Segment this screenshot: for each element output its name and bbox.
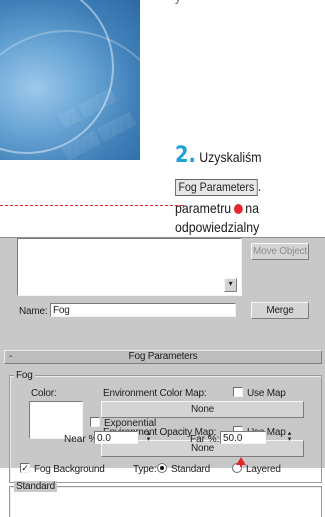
env-color-map-label: Environment Color Map: [103, 388, 207, 399]
callout-line [0, 205, 183, 206]
merge-button[interactable]: Merge [251, 302, 309, 319]
type-label: Type: [133, 464, 157, 475]
fog-panel: ▾ Move Object Name: Fog Merge - Fog Para… [0, 237, 325, 517]
env-color-map-none-button[interactable]: None [101, 401, 304, 418]
ui-reference-chip: Fog Parameters [175, 179, 258, 196]
article-line-2: Fog Parameters. [175, 178, 307, 196]
fog-color-swatch[interactable] [29, 401, 83, 439]
move-object-button[interactable]: Move Object [251, 243, 309, 260]
rollout-collapse-toggle[interactable]: - [9, 351, 12, 363]
article-line-1-text: Uzyskaliśm [199, 149, 262, 165]
background-photo: ▒▒ ▒▒▒▒ ▒▒▒▒ ▒▒▒▒ [0, 0, 140, 160]
reference-dot-icon [233, 204, 243, 214]
article-line-3-suffix: na [245, 200, 259, 216]
fog-parameters-rollout[interactable]: - Fog Parameters [4, 350, 322, 364]
name-field[interactable]: Fog [50, 303, 236, 317]
color-label: Color: [31, 388, 57, 399]
env-opacity-map-label: Environment Opacity Map: [103, 427, 217, 438]
use-map-label-1: Use Map [247, 388, 286, 399]
callout-line-vertical [183, 205, 184, 213]
list-scroll-down-button[interactable]: ▾ [224, 278, 237, 292]
step-number: 2. [175, 145, 196, 167]
name-label: Name: [19, 306, 48, 317]
type-layered-label: Layered [246, 464, 281, 475]
standard-group-title: Standard [14, 481, 57, 492]
fog-background-label: Fog Background [34, 464, 105, 475]
fog-group-title: Fog [14, 370, 35, 381]
use-map-checkbox-2[interactable] [233, 426, 243, 436]
rollout-title: Fog Parameters [128, 351, 198, 362]
article-line-3: parametru na [175, 200, 307, 216]
article-line-2-suffix: . [257, 178, 262, 194]
article-cut-line: y [175, 0, 307, 8]
use-map-label-2: Use Map [247, 427, 286, 438]
type-standard-label: Standard [171, 464, 210, 475]
decorative-arc [0, 30, 140, 160]
env-opacity-map-none-button[interactable]: None [101, 440, 304, 457]
article-line-4: odpowiedzialny [175, 219, 307, 235]
article-line-4-text: odpowiedzialny [175, 219, 260, 235]
fog-background-checkbox[interactable]: ✓ [20, 463, 30, 473]
use-map-checkbox-1[interactable] [233, 387, 243, 397]
article-line-1: 2. Uzyskaliśm [175, 145, 307, 167]
type-standard-radio[interactable] [157, 463, 167, 473]
object-list-box[interactable] [17, 238, 242, 296]
